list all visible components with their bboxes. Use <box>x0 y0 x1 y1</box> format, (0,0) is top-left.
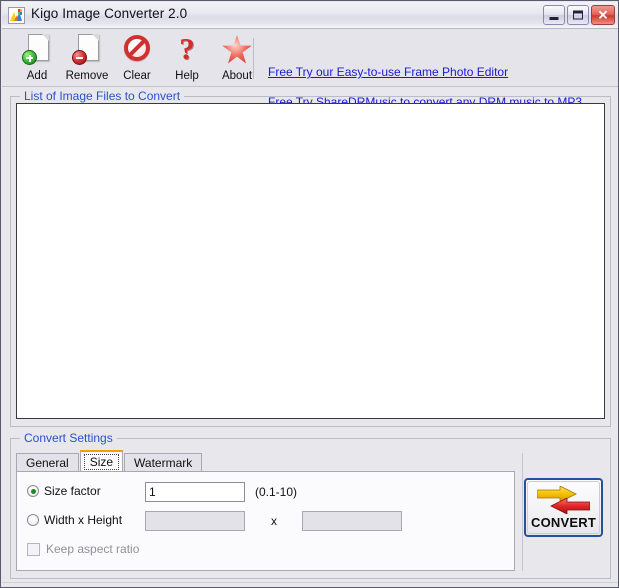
window-title: Kigo Image Converter 2.0 <box>31 6 188 21</box>
tab-focus-outline <box>83 454 120 470</box>
add-button[interactable]: Add <box>12 31 62 85</box>
arrow-left-red-icon <box>550 498 590 514</box>
width-height-row: Width x Height x <box>17 511 514 533</box>
size-factor-row: Size factor (0.1-10) <box>17 482 514 504</box>
star-icon <box>220 33 254 67</box>
convert-button-label: CONVERT <box>531 515 596 530</box>
settings-tabstrip: General Size Watermark <box>16 450 203 471</box>
application-window: Kigo Image Converter 2.0 ✕ Add Remove Cl… <box>0 0 619 588</box>
size-factor-hint: (0.1-10) <box>255 485 298 499</box>
settings-panel-separator <box>522 453 523 571</box>
tab-size[interactable]: Size <box>79 450 124 471</box>
tab-general-label: General <box>26 456 69 470</box>
maximize-icon <box>573 10 583 20</box>
tab-general[interactable]: General <box>16 453 79 471</box>
close-icon: ✕ <box>597 7 609 23</box>
toolbar: Add Remove Clear ? Help About Free Try o… <box>2 29 618 109</box>
size-factor-label: Size factor <box>44 484 101 498</box>
size-factor-input[interactable] <box>145 482 245 502</box>
question-mark-icon: ? <box>170 31 204 67</box>
file-list-group-title: List of Image Files to Convert <box>20 89 185 103</box>
window-controls: ✕ <box>543 5 615 25</box>
minimize-button[interactable] <box>543 5 565 25</box>
size-tab-panel: Size factor (0.1-10) Width x Height x <box>16 471 515 571</box>
about-button-label: About <box>221 70 253 82</box>
width-input[interactable] <box>145 511 245 531</box>
question-mark-glyph: ? <box>179 31 195 66</box>
tab-watermark-label: Watermark <box>134 456 193 470</box>
clear-button[interactable]: Clear <box>112 31 162 85</box>
convert-settings-group: Convert Settings General Size Watermark … <box>10 431 611 579</box>
width-height-label: Width x Height <box>44 513 123 527</box>
file-list-box[interactable] <box>16 103 605 419</box>
toolbar-separator <box>253 38 254 79</box>
tab-watermark[interactable]: Watermark <box>124 453 203 471</box>
page-add-icon <box>20 33 54 67</box>
keep-aspect-label: Keep aspect ratio <box>46 542 140 556</box>
keep-aspect-checkbox-group[interactable]: Keep aspect ratio <box>27 542 139 556</box>
help-button[interactable]: ? Help <box>162 31 212 85</box>
keep-aspect-row: Keep aspect ratio <box>17 540 514 562</box>
convert-arrows-icon <box>534 485 594 515</box>
width-height-radio[interactable] <box>27 514 39 526</box>
close-button[interactable]: ✕ <box>591 5 615 25</box>
clear-button-label: Clear <box>123 70 151 82</box>
file-list-group: List of Image Files to Convert <box>10 89 611 427</box>
app-icon <box>8 7 25 24</box>
size-factor-radio[interactable] <box>27 485 39 497</box>
maximize-button[interactable] <box>567 5 589 25</box>
about-button[interactable]: About <box>212 31 262 85</box>
promo-link-frame-photo-editor[interactable]: Free Try our Easy-to-use Frame Photo Edi… <box>268 65 582 79</box>
size-factor-radio-group[interactable]: Size factor <box>27 484 101 498</box>
page-remove-icon <box>70 33 104 67</box>
height-input[interactable] <box>302 511 402 531</box>
no-entry-icon <box>120 33 154 67</box>
title-bar: Kigo Image Converter 2.0 ✕ <box>2 2 618 29</box>
help-button-label: Help <box>175 70 199 82</box>
remove-button-label: Remove <box>65 70 109 82</box>
convert-settings-group-title: Convert Settings <box>20 431 117 445</box>
window-bottom-strip <box>2 582 618 587</box>
keep-aspect-checkbox[interactable] <box>27 542 40 556</box>
add-button-label: Add <box>26 70 48 82</box>
width-height-radio-group[interactable]: Width x Height <box>27 513 122 527</box>
minimize-icon <box>549 17 559 21</box>
toolbar-buttons: Add Remove Clear ? Help About <box>12 31 262 85</box>
dimension-separator-label: x <box>271 514 277 528</box>
remove-button[interactable]: Remove <box>62 31 112 85</box>
convert-button[interactable]: CONVERT <box>524 478 603 537</box>
